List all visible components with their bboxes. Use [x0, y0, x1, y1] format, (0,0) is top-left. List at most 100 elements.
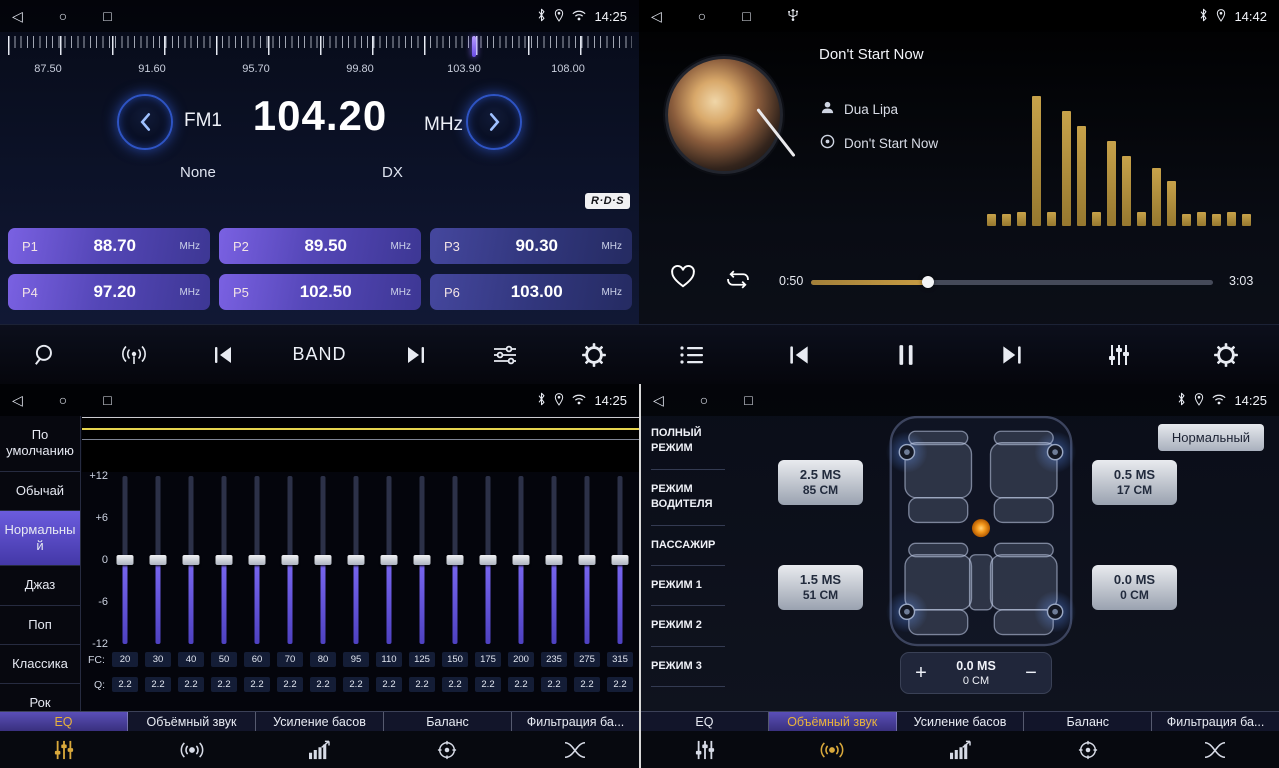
eq-slider-knob[interactable] — [546, 555, 563, 565]
eq-band-95[interactable] — [343, 476, 369, 644]
filter-icon[interactable] — [511, 731, 639, 768]
eq-band-315[interactable] — [607, 476, 633, 644]
preset-P6[interactable]: P6103.00MHz — [430, 274, 632, 310]
bass-boost-icon[interactable] — [256, 731, 384, 768]
eq-sliders-icon[interactable] — [0, 731, 128, 768]
band-button[interactable]: BAND — [292, 344, 346, 365]
eq-slider-knob[interactable] — [282, 555, 299, 565]
sound-tab-2[interactable]: Усиление басов — [256, 712, 384, 731]
repeat-icon[interactable] — [723, 268, 753, 296]
settings-gear-icon[interactable] — [1206, 342, 1246, 368]
balance-icon[interactable] — [1024, 731, 1152, 768]
nav-recents-icon[interactable]: □ — [103, 8, 111, 24]
next-station-icon[interactable] — [396, 345, 436, 365]
eq-slider-knob[interactable] — [414, 555, 431, 565]
favorite-heart-icon[interactable] — [669, 264, 697, 294]
previous-station-icon[interactable] — [203, 345, 243, 365]
eq-slider-knob[interactable] — [612, 555, 629, 565]
eq-preset-3[interactable]: Джаз — [0, 566, 80, 605]
eq-band-50[interactable] — [211, 476, 237, 644]
eq-slider-knob[interactable] — [150, 555, 167, 565]
eq-slider-knob[interactable] — [579, 555, 596, 565]
eq-band-275[interactable] — [574, 476, 600, 644]
preset-P2[interactable]: P289.50MHz — [219, 228, 421, 264]
preset-P1[interactable]: P188.70MHz — [8, 228, 210, 264]
field-mode-0[interactable]: ПОЛНЫЙ РЕЖИМ — [651, 414, 725, 470]
nav-back-icon[interactable]: ◁ — [12, 392, 23, 409]
nav-home-icon[interactable]: ○ — [59, 392, 67, 408]
pause-icon[interactable] — [886, 343, 926, 367]
preset-P4[interactable]: P497.20MHz — [8, 274, 210, 310]
eq-slider-knob[interactable] — [447, 555, 464, 565]
eq-slider-knob[interactable] — [315, 555, 332, 565]
eq-preset-6[interactable]: Рок — [0, 684, 80, 711]
eq-slider-knob[interactable] — [183, 555, 200, 565]
tune-up-button[interactable] — [466, 94, 522, 150]
eq-slider-knob[interactable] — [348, 555, 365, 565]
eq-preset-1[interactable]: Обычай — [0, 472, 80, 511]
sound-tab-0[interactable]: EQ — [0, 712, 128, 731]
field-mode-5[interactable]: РЕЖИМ 3 — [651, 647, 725, 687]
filter-icon[interactable] — [1151, 731, 1279, 768]
eq-band-150[interactable] — [442, 476, 468, 644]
eq-band-125[interactable] — [409, 476, 435, 644]
sound-tab-1[interactable]: Объёмный звук — [128, 712, 256, 731]
eq-slider-knob[interactable] — [480, 555, 497, 565]
field-mode-2[interactable]: ПАССАЖИР — [651, 526, 725, 566]
sound-tab-2[interactable]: Усиление басов — [897, 712, 1025, 731]
nav-back-icon[interactable]: ◁ — [653, 392, 664, 409]
eq-band-60[interactable] — [244, 476, 270, 644]
next-track-icon[interactable] — [992, 344, 1032, 366]
eq-band-110[interactable] — [376, 476, 402, 644]
eq-settings-icon[interactable] — [485, 344, 525, 366]
sound-tab-4[interactable]: Фильтрация ба... — [1152, 712, 1279, 731]
eq-preset-4[interactable]: Поп — [0, 606, 80, 645]
nav-home-icon[interactable]: ○ — [700, 392, 708, 408]
preset-P5[interactable]: P5102.50MHz — [219, 274, 421, 310]
surround-sound-icon[interactable] — [769, 731, 897, 768]
field-mode-4[interactable]: РЕЖИМ 2 — [651, 606, 725, 646]
decrease-delay-button[interactable]: − — [1011, 662, 1051, 685]
sound-tab-0[interactable]: EQ — [641, 712, 769, 731]
eq-preset-5[interactable]: Классика — [0, 645, 80, 684]
eq-slider-knob[interactable] — [117, 555, 134, 565]
eq-band-200[interactable] — [508, 476, 534, 644]
scan-icon[interactable] — [25, 342, 65, 368]
eq-band-175[interactable] — [475, 476, 501, 644]
balance-icon[interactable] — [383, 731, 511, 768]
eq-slider-knob[interactable] — [513, 555, 530, 565]
sound-tab-3[interactable]: Баланс — [384, 712, 512, 731]
field-mode-1[interactable]: РЕЖИМ ВОДИТЕЛЯ — [651, 470, 725, 526]
nav-recents-icon[interactable]: □ — [744, 392, 752, 408]
eq-band-30[interactable] — [145, 476, 171, 644]
eq-band-40[interactable] — [178, 476, 204, 644]
field-mode-3[interactable]: РЕЖИМ 1 — [651, 566, 725, 606]
sound-tab-3[interactable]: Баланс — [1024, 712, 1152, 731]
sound-tab-4[interactable]: Фильтрация ба... — [512, 712, 639, 731]
previous-track-icon[interactable] — [779, 344, 819, 366]
broadcast-antenna-icon[interactable] — [114, 343, 154, 367]
eq-slider-knob[interactable] — [249, 555, 266, 565]
nav-recents-icon[interactable]: □ — [742, 8, 750, 24]
surround-sound-icon[interactable] — [128, 731, 256, 768]
nav-back-icon[interactable]: ◁ — [12, 8, 23, 25]
tune-down-button[interactable] — [117, 94, 173, 150]
nav-home-icon[interactable]: ○ — [698, 8, 706, 24]
eq-band-20[interactable] — [112, 476, 138, 644]
eq-band-80[interactable] — [310, 476, 336, 644]
nav-back-icon[interactable]: ◁ — [651, 8, 662, 25]
settings-gear-icon[interactable] — [574, 342, 614, 368]
eq-slider-knob[interactable] — [381, 555, 398, 565]
playlist-icon[interactable] — [672, 344, 712, 366]
increase-delay-button[interactable]: + — [901, 662, 941, 685]
eq-band-70[interactable] — [277, 476, 303, 644]
eq-band-235[interactable] — [541, 476, 567, 644]
bass-boost-icon[interactable] — [896, 731, 1024, 768]
nav-recents-icon[interactable]: □ — [103, 392, 111, 408]
equalizer-icon[interactable] — [1099, 343, 1139, 367]
car-cabin-diagram[interactable] — [886, 412, 1076, 655]
progress-bar[interactable] — [811, 280, 1213, 285]
eq-preset-2[interactable]: Нормальный — [0, 511, 80, 567]
field-preset-button[interactable]: Нормальный — [1158, 424, 1264, 451]
progress-knob[interactable] — [922, 276, 934, 288]
